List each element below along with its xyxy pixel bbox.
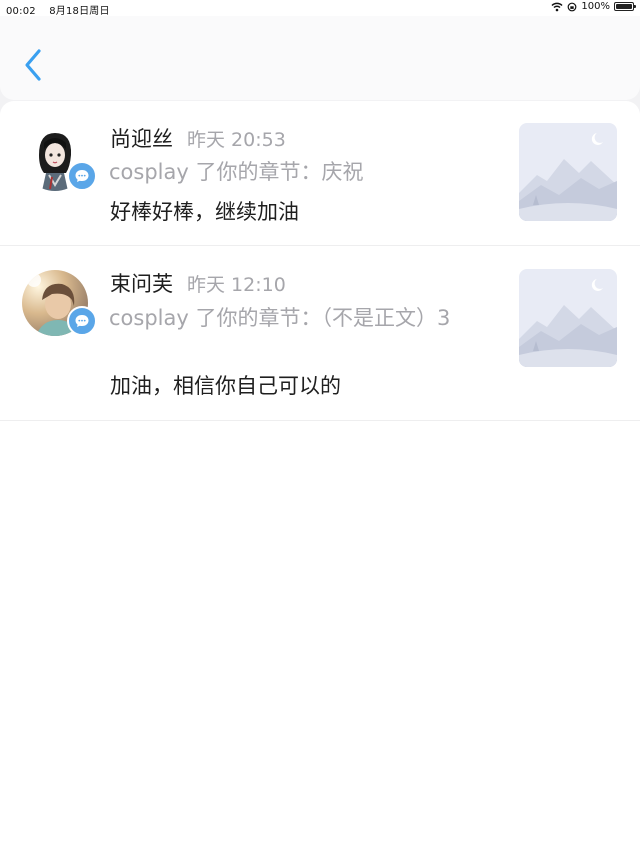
comment-text: 加油，相信你自己可以的: [110, 374, 341, 398]
wifi-icon: [551, 2, 563, 11]
timestamp: 昨天 12:10: [187, 274, 286, 296]
back-button[interactable]: [18, 46, 50, 86]
battery-percent: 100%: [581, 1, 610, 12]
chevron-left-icon: [25, 49, 41, 81]
chat-bubble-icon: [75, 170, 89, 182]
status-bar: 00:02 8月18日周日 100%: [0, 0, 640, 17]
comment-text: 好棒好棒，继续加油: [110, 200, 299, 224]
timestamp: 昨天 20:53: [187, 129, 286, 151]
action-text[interactable]: cosplay 了你的章节：庆祝: [109, 158, 489, 186]
comment-badge: [67, 161, 97, 191]
user-name[interactable]: 尚迎丝: [110, 127, 173, 151]
notification-list: 尚迎丝昨天 20:53 cosplay 了你的章节：庆祝 好棒好棒，继续加油: [0, 101, 640, 853]
action-text[interactable]: cosplay 了你的章节：（不是正文）3: [109, 304, 481, 332]
list-item[interactable]: 束问芙 昨天 12:10 cosplay 了你的章节：（不是正文）3 加油，相信你…: [0, 246, 640, 421]
user-name[interactable]: 束问芙: [110, 272, 173, 296]
chat-bubble-icon: [75, 315, 89, 327]
status-bar-right: 100%: [551, 1, 636, 12]
list-item[interactable]: 尚迎丝 昨天 20:53 cosplay 了你的章节：庆祝 好棒好棒，继续加油: [0, 101, 640, 246]
mountain-placeholder-icon: [519, 269, 617, 367]
status-bar-left: 00:02 8月18日周日: [6, 2, 120, 17]
orientation-lock-icon: [568, 2, 577, 11]
battery-fill: [616, 4, 632, 9]
chapter-thumbnail[interactable]: [519, 269, 617, 367]
battery-icon: [614, 2, 636, 11]
mountain-placeholder-icon: [519, 123, 617, 221]
comment-badge: [67, 306, 97, 336]
user-name-line: 尚迎丝 昨天 20:53: [110, 123, 286, 153]
chapter-thumbnail[interactable]: [519, 123, 617, 221]
navigation-header: [0, 16, 640, 100]
user-name-line: 束问芙 昨天 12:10: [110, 268, 286, 298]
